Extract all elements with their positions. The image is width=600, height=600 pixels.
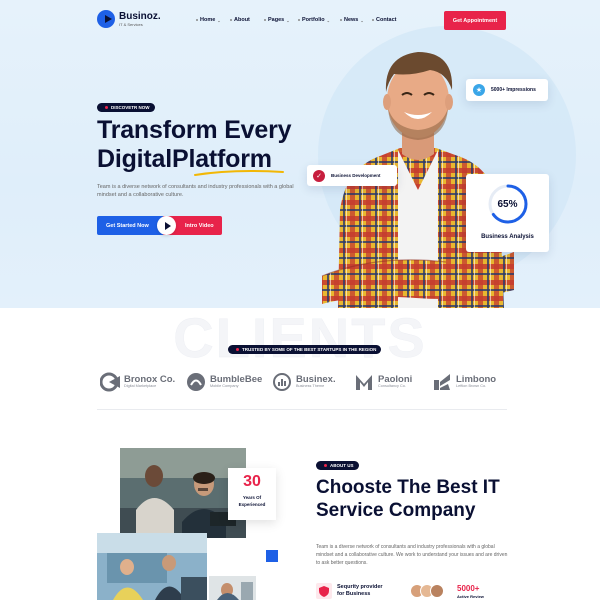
chevron-down-icon: ⌄	[360, 17, 364, 23]
paoloni-logo-icon	[356, 375, 372, 390]
analysis-percent: 65%	[497, 198, 518, 210]
experience-label: Years Of Experienced	[238, 495, 266, 507]
about-description: Team is a diverse network of consultants…	[316, 544, 508, 566]
nav-item-news[interactable]: News ⌄	[340, 17, 372, 23]
clients-watermark: CLIENTS	[173, 306, 427, 369]
review-label: Active Review	[457, 594, 484, 599]
nav-item-contact[interactable]: Contact	[372, 17, 406, 23]
site-logo[interactable]: Businoz. IT & Services	[97, 10, 161, 28]
reviewer-avatars	[410, 584, 444, 598]
get-appointment-button[interactable]: Get Appointment	[444, 11, 506, 30]
impressions-text: 5000+ Impressions	[491, 87, 536, 93]
business-development-text: Business Development	[331, 173, 381, 178]
hero-title: Transform Every DigitalPlatform	[97, 116, 292, 173]
limbono-logo-icon	[434, 374, 450, 390]
analysis-progress-ring: 65%	[486, 182, 530, 226]
bronox-logo-icon	[100, 372, 120, 392]
brand-bumblebee[interactable]: BumbleBee Mobile Company	[186, 372, 262, 392]
title-underline-icon	[194, 170, 284, 176]
logo-tagline: IT & Services	[119, 21, 143, 27]
analysis-label: Business Analysis	[481, 234, 534, 240]
section-divider	[97, 409, 507, 410]
business-analysis-card: 65% Business Analysis	[466, 174, 549, 252]
chevron-down-icon: ⌄	[217, 17, 221, 23]
check-icon: ✓	[313, 169, 325, 182]
about-tag: ABOUT US	[316, 461, 359, 470]
logo-icon	[97, 10, 115, 28]
nav-item-pages[interactable]: Pages ⌄	[264, 17, 298, 23]
experience-stat-card: 30 Years Of Experienced	[228, 468, 276, 520]
dot-icon	[105, 106, 108, 109]
play-icon[interactable]	[157, 216, 176, 235]
brand-paoloni[interactable]: Paoloni Consultancy Co.	[354, 372, 412, 392]
about-title: Chooste The Best IT Service Company	[316, 477, 500, 521]
nav-item-portfolio[interactable]: Portfolio ⌄	[298, 17, 340, 23]
brand-bronox[interactable]: Bronox Co. Digital Marketplace	[100, 372, 175, 392]
office-team-photo	[97, 533, 207, 600]
clients-tag: TRUSTED BY SOME OF THE BEST STARTUPS IN …	[228, 345, 382, 354]
brand-businex[interactable]: Businex. Business Theme	[272, 372, 336, 392]
main-nav: Home ⌄ About Pages ⌄ Portfolio ⌄ News ⌄ Cont…	[196, 17, 406, 23]
hero-description: Team is a diverse network of consultants…	[97, 184, 294, 198]
security-shield-icon	[316, 583, 332, 599]
star-icon: ★	[473, 84, 485, 96]
nav-item-about[interactable]: About	[230, 17, 264, 23]
impressions-card: ★ 5000+ Impressions	[466, 79, 548, 101]
security-provider-text: Sequrity provider for Business	[337, 584, 383, 597]
nav-item-home[interactable]: Home ⌄	[196, 17, 230, 23]
chevron-down-icon: ⌄	[286, 17, 290, 23]
collaboration-photo	[209, 576, 256, 600]
chevron-down-icon: ⌄	[326, 17, 330, 23]
dot-icon	[236, 348, 239, 351]
dot-icon	[324, 464, 327, 467]
businex-logo-icon	[273, 373, 291, 391]
get-started-button[interactable]: Get Started Now	[97, 216, 163, 235]
experience-years: 30	[243, 473, 261, 490]
bumblebee-logo-icon	[187, 373, 205, 391]
brand-limbono[interactable]: Limbono Leftlon Brown Co.	[432, 372, 496, 392]
review-count: 5000+	[457, 584, 480, 593]
discover-tag: DISCOVETR NOW	[97, 103, 155, 112]
business-development-card: ✓ Business Development	[307, 165, 397, 186]
logo-name: Businoz.	[119, 10, 161, 22]
avatar	[430, 584, 444, 598]
decor-blue-square	[266, 550, 278, 562]
